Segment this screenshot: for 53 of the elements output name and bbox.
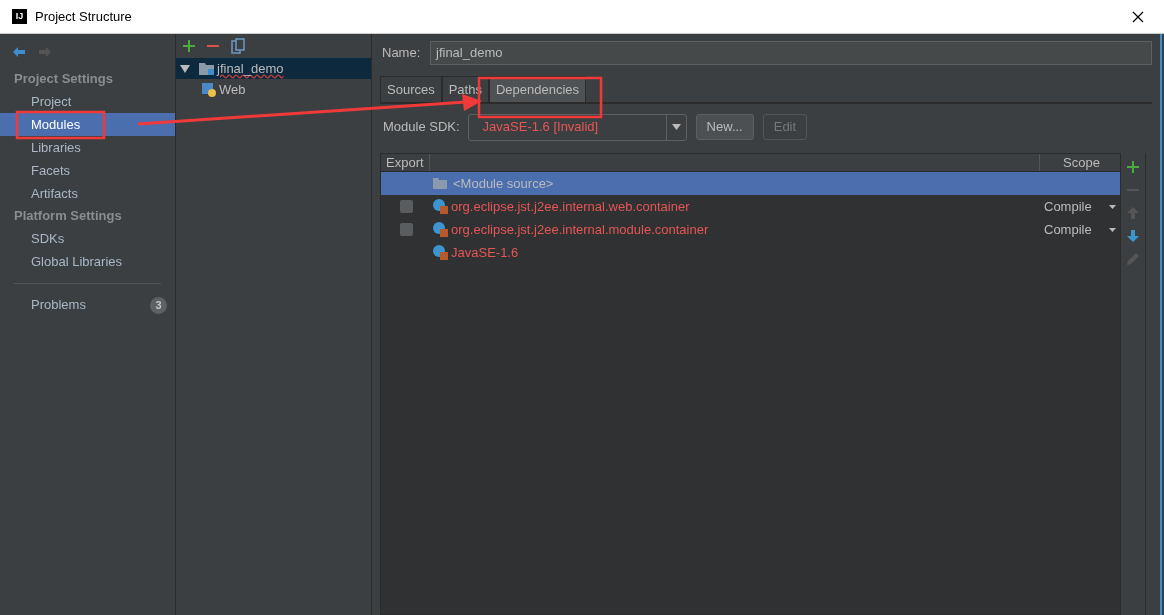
tab[interactable]: Sources xyxy=(380,76,442,102)
module-sdk-dropdown[interactable]: JavaSE-1.6 [Invalid] xyxy=(467,113,687,141)
scope-dropdown[interactable]: Compile xyxy=(1039,196,1120,217)
close-icon[interactable] xyxy=(1132,10,1144,23)
section-heading: Platform Settings xyxy=(13,207,123,225)
dependency-name: org.eclipse.jst.j2ee.internal.module.container xyxy=(451,220,710,239)
window-title: Project Structure xyxy=(35,7,132,26)
copy-icon[interactable] xyxy=(231,38,245,54)
column-header[interactable]: Scope xyxy=(1039,154,1120,171)
tree-item[interactable]: Web xyxy=(176,79,371,100)
table-row[interactable]: JavaSE-1.6 xyxy=(381,241,1120,264)
dialog-button[interactable]: New... xyxy=(695,114,754,140)
sidebar-item[interactable]: Artifacts xyxy=(0,182,175,205)
sidebar-item[interactable]: Global Libraries xyxy=(0,250,175,273)
folder-icon xyxy=(433,178,447,189)
add-icon[interactable] xyxy=(1127,161,1139,173)
down-arrow-icon[interactable] xyxy=(1127,230,1139,242)
checkbox[interactable] xyxy=(399,223,413,236)
library-icon xyxy=(433,245,448,260)
name-field[interactable]: jfinal_demo xyxy=(430,41,1152,65)
section-heading: Project Settings xyxy=(13,70,114,88)
library-icon xyxy=(433,222,448,237)
expand-arrow-icon[interactable] xyxy=(180,64,190,73)
sidebar-item[interactable]: Project xyxy=(0,90,175,113)
folder-icon xyxy=(199,62,214,75)
column-header[interactable]: Export xyxy=(381,154,430,171)
library-icon xyxy=(433,199,448,214)
add-icon[interactable] xyxy=(183,40,195,52)
caret-icon xyxy=(1109,204,1116,209)
web-icon xyxy=(202,82,216,97)
table-row[interactable]: org.eclipse.jst.j2ee.internal.module.container Compile xyxy=(381,218,1120,241)
sidebar-item[interactable]: Modules xyxy=(0,113,175,136)
tree-item[interactable]: jfinal_demo xyxy=(176,58,371,79)
sidebar-item[interactable]: SDKs xyxy=(0,227,175,250)
sidebar-item[interactable]: Libraries xyxy=(0,136,175,159)
module-sdk-label: Module SDK: xyxy=(382,118,460,137)
sdk-value: JavaSE-1.6 [Invalid] xyxy=(481,118,600,137)
sidebar-item[interactable]: Facets xyxy=(0,159,175,182)
caret-icon xyxy=(1109,227,1116,232)
dependency-name: JavaSE-1.6 xyxy=(451,243,520,262)
back-arrow-icon[interactable] xyxy=(12,46,26,58)
table-row[interactable]: <Module source> xyxy=(381,172,1120,195)
caret-icon xyxy=(671,124,681,130)
checkbox[interactable] xyxy=(399,200,413,213)
scope-dropdown[interactable]: Compile xyxy=(1039,219,1120,240)
name-label: Name: xyxy=(381,44,422,63)
dependency-name: <Module source> xyxy=(452,174,555,193)
tab[interactable]: Dependencies xyxy=(488,76,587,102)
count-badge: 3 xyxy=(150,296,167,314)
app-logo: IJ xyxy=(12,9,27,24)
dependency-name: org.eclipse.jst.j2ee.internal.web.container xyxy=(451,197,691,216)
sidebar-item[interactable]: Problems xyxy=(31,295,150,315)
table-row[interactable]: org.eclipse.jst.j2ee.internal.web.container Compile xyxy=(381,195,1120,218)
